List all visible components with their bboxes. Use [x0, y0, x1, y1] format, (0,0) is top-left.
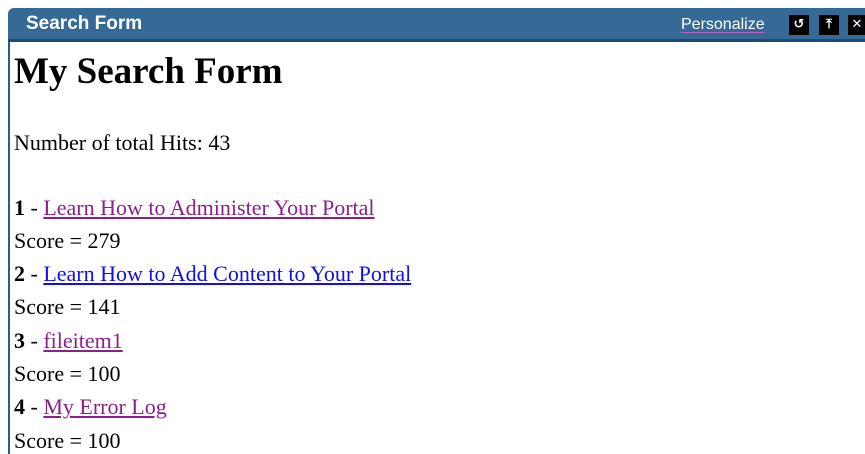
result-item: 2 - Learn How to Add Content to Your Por… [14, 261, 411, 287]
total-hits-count: 43 [208, 130, 231, 155]
refresh-icon[interactable]: ↺ [789, 15, 809, 35]
result-number: 1 [14, 195, 25, 220]
result-separator: - [25, 394, 44, 419]
portlet-titlebar: Search Form Personalize ↺ ⤒ ✕ [8, 8, 865, 42]
portlet-title: Search Form [26, 13, 143, 34]
result-item: 1 - Learn How to Administer Your Portal [14, 195, 375, 221]
result-number: 3 [14, 328, 25, 353]
page-title: My Search Form [14, 51, 283, 92]
close-icon[interactable]: ✕ [848, 15, 865, 35]
result-separator: - [25, 261, 44, 286]
total-hits-label: Number of total Hits: [14, 130, 203, 155]
result-number: 2 [14, 261, 25, 286]
total-hits-line: Number of total Hits: 43 [14, 130, 230, 156]
result-link[interactable]: fileitem1 [43, 328, 122, 353]
result-link[interactable]: Learn How to Administer Your Portal [43, 195, 374, 220]
result-score: Score = 279 [14, 228, 121, 253]
result-link[interactable]: My Error Log [43, 394, 166, 419]
result-score: Score = 141 [14, 294, 121, 319]
result-separator: - [25, 195, 44, 220]
portlet-left-border [8, 42, 10, 454]
result-item: 3 - fileitem1 [14, 328, 123, 354]
result-score: Score = 100 [14, 361, 121, 386]
personalize-link[interactable]: Personalize [681, 15, 765, 35]
result-link[interactable]: Learn How to Add Content to Your Portal [43, 261, 411, 286]
result-number: 4 [14, 394, 25, 419]
result-item: 4 - My Error Log [14, 394, 167, 420]
result-separator: - [25, 328, 44, 353]
minimize-icon[interactable]: ⤒ [819, 15, 839, 35]
search-form-portlet: Search Form Personalize ↺ ⤒ ✕ My Search … [0, 0, 865, 454]
result-score: Score = 100 [14, 428, 121, 453]
